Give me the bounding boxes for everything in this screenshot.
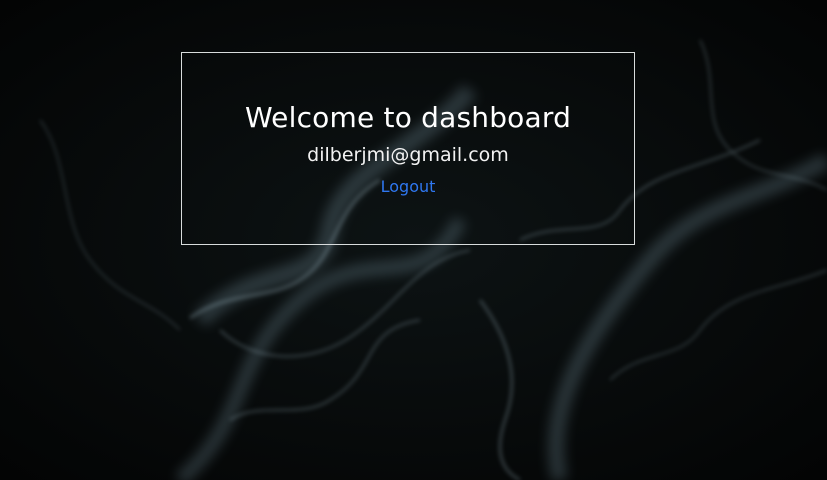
logout-container: Logout bbox=[182, 177, 634, 197]
dashboard-card: Welcome to dashboard dilberjmi@gmail.com… bbox=[181, 52, 635, 245]
logout-link[interactable]: Logout bbox=[381, 177, 436, 196]
user-email: dilberjmi@gmail.com bbox=[307, 144, 509, 166]
page-title: Welcome to dashboard bbox=[244, 101, 572, 134]
